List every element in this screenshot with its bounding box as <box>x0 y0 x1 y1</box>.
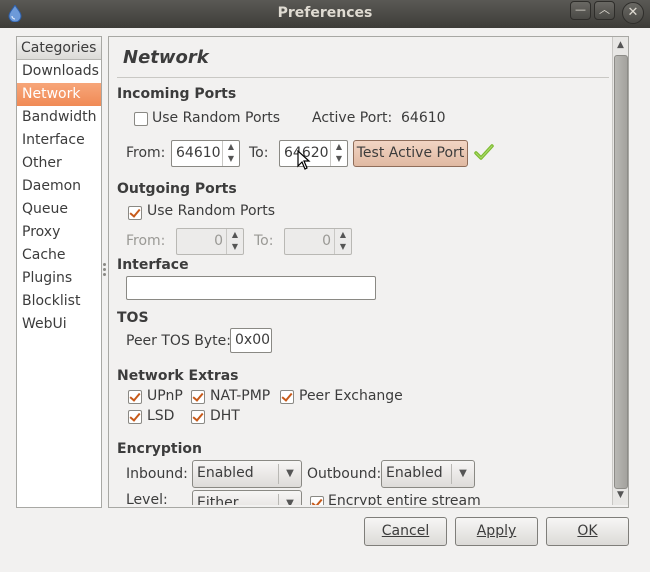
peer-exchange-label[interactable]: Peer Exchange <box>299 388 403 404</box>
mouse-cursor-icon <box>297 150 311 170</box>
level-value[interactable]: Either <box>197 495 238 505</box>
outgoing-to-spinner[interactable]: 0 ▲ ▼ <box>284 228 352 255</box>
category-webui[interactable]: WebUi <box>17 313 101 336</box>
encryption-heading: Encryption <box>117 441 202 457</box>
ok-button[interactable]: OK <box>546 517 629 546</box>
chevron-down-icon[interactable]: ▼ <box>451 464 474 484</box>
title-divider <box>117 77 609 78</box>
pane-resize-grip[interactable] <box>103 263 107 279</box>
outbound-select[interactable]: Enabled ▼ <box>381 460 475 488</box>
window-title: Preferences <box>277 5 373 21</box>
lsd-checkbox[interactable] <box>128 410 142 424</box>
category-interface[interactable]: Interface <box>17 129 101 152</box>
preferences-window: Preferences — ︿ ✕ Categories Downloads N… <box>0 0 650 572</box>
outbound-value[interactable]: Enabled <box>386 465 443 481</box>
peer-tos-label: Peer TOS Byte: <box>126 333 231 349</box>
natpmp-checkbox[interactable] <box>191 390 205 404</box>
upnp-checkbox[interactable] <box>128 390 142 404</box>
inbound-value[interactable]: Enabled <box>197 465 254 481</box>
title-bar[interactable]: Preferences — ︿ ✕ <box>0 0 650 28</box>
category-network[interactable]: Network <box>17 83 101 106</box>
dht-label[interactable]: DHT <box>210 408 240 424</box>
active-port-label: Active Port: <box>312 110 393 126</box>
network-extras-heading: Network Extras <box>117 368 239 384</box>
categories-list[interactable]: Categories Downloads Network Bandwidth I… <box>16 36 102 508</box>
page-title: Network <box>123 47 209 68</box>
category-downloads[interactable]: Downloads <box>17 60 101 83</box>
incoming-to-stepper[interactable]: ▲ ▼ <box>330 141 347 166</box>
incoming-from-stepper[interactable]: ▲ ▼ <box>222 141 239 166</box>
chevron-down-icon[interactable]: ▼ <box>278 494 301 505</box>
category-other[interactable]: Other <box>17 152 101 175</box>
content-scrollbar[interactable]: ▲ ▼ <box>612 37 628 505</box>
category-plugins[interactable]: Plugins <box>17 267 101 290</box>
outgoing-from-value[interactable]: 0 <box>214 233 223 249</box>
encrypt-stream-checkbox[interactable] <box>310 496 324 505</box>
maximize-icon: ︿ <box>599 3 610 16</box>
interface-input[interactable] <box>126 276 376 300</box>
outbound-label: Outbound: <box>307 466 382 482</box>
apply-button[interactable]: Apply <box>455 517 538 546</box>
category-queue[interactable]: Queue <box>17 198 101 221</box>
outgoing-to-value[interactable]: 0 <box>322 233 331 249</box>
category-proxy[interactable]: Proxy <box>17 221 101 244</box>
test-active-port-button[interactable]: Test Active Port <box>353 140 468 167</box>
outgoing-from-stepper[interactable]: ▲ ▼ <box>226 229 243 254</box>
chevron-down-icon[interactable]: ▼ <box>278 464 301 484</box>
level-select[interactable]: Either ▼ <box>192 490 302 505</box>
close-button[interactable]: ✕ <box>622 2 644 24</box>
incoming-from-label: From: <box>126 145 166 161</box>
maximize-button[interactable]: ︿ <box>594 1 615 20</box>
scrollbar-thumb[interactable] <box>614 55 628 489</box>
incoming-to-label: To: <box>249 145 269 161</box>
incoming-ports-heading: Incoming Ports <box>117 86 237 102</box>
scroll-up-icon[interactable]: ▲ <box>615 40 626 51</box>
level-label: Level: <box>126 492 168 505</box>
inbound-select[interactable]: Enabled ▼ <box>192 460 302 488</box>
categories-header[interactable]: Categories <box>17 37 101 60</box>
category-cache[interactable]: Cache <box>17 244 101 267</box>
category-bandwidth[interactable]: Bandwidth <box>17 106 101 129</box>
cancel-button[interactable]: Cancel <box>364 517 447 546</box>
outgoing-from-spinner[interactable]: 0 ▲ ▼ <box>176 228 244 255</box>
peer-exchange-checkbox[interactable] <box>280 390 294 404</box>
outgoing-to-stepper[interactable]: ▲ ▼ <box>334 229 351 254</box>
incoming-random-ports-checkbox[interactable] <box>134 112 148 126</box>
minimize-icon: — <box>575 3 586 16</box>
upnp-label[interactable]: UPnP <box>147 388 183 404</box>
incoming-from-spinner[interactable]: 64610 ▲ ▼ <box>171 140 240 167</box>
tos-heading: TOS <box>117 310 149 326</box>
outgoing-to-label: To: <box>254 233 274 249</box>
peer-tos-input[interactable]: 0x00 <box>230 328 272 353</box>
outgoing-ports-heading: Outgoing Ports <box>117 181 237 197</box>
lsd-label[interactable]: LSD <box>147 408 174 424</box>
check-icon <box>474 144 494 160</box>
encryption-level-row: Level: Either ▼ Encrypt entire stream <box>118 490 611 505</box>
close-icon: ✕ <box>627 5 639 20</box>
interface-heading: Interface <box>117 257 189 273</box>
inbound-label: Inbound: <box>126 466 188 482</box>
scroll-down-icon[interactable]: ▼ <box>615 490 626 501</box>
category-blocklist[interactable]: Blocklist <box>17 290 101 313</box>
outgoing-from-label: From: <box>126 233 166 249</box>
outgoing-random-ports-label[interactable]: Use Random Ports <box>147 203 275 219</box>
incoming-from-value[interactable]: 64610 <box>176 145 221 161</box>
dht-checkbox[interactable] <box>191 410 205 424</box>
minimize-button[interactable]: — <box>570 1 591 20</box>
active-port-value: 64610 <box>401 110 446 126</box>
natpmp-label[interactable]: NAT-PMP <box>210 388 270 404</box>
category-daemon[interactable]: Daemon <box>17 175 101 198</box>
peer-tos-value[interactable]: 0x00 <box>235 332 270 348</box>
outgoing-random-ports-checkbox[interactable] <box>128 206 142 220</box>
incoming-random-ports-label[interactable]: Use Random Ports <box>152 110 280 126</box>
incoming-to-spinner[interactable]: 64620 ▲ ▼ <box>279 140 348 167</box>
encrypt-stream-label[interactable]: Encrypt entire stream <box>328 493 481 505</box>
